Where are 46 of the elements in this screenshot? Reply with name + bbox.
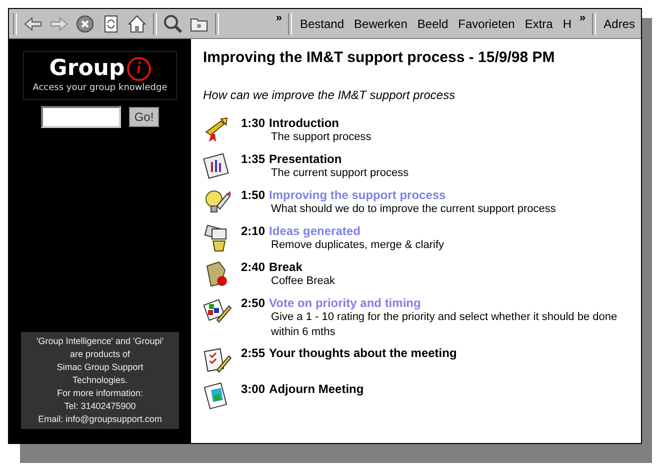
chevron-button[interactable]: » [580, 12, 586, 24]
menu-item[interactable]: Bestand [298, 16, 346, 30]
address-label: Adres [602, 16, 636, 30]
home-icon[interactable] [127, 14, 147, 34]
agenda-title: Your thoughts about the meeting [269, 346, 457, 360]
chevron-button[interactable]: » [276, 12, 282, 24]
agenda-description: Remove duplicates, merge & clarify [270, 238, 444, 253]
agenda-time: 2:10 [241, 224, 266, 238]
menu-item[interactable]: H [560, 16, 574, 30]
info-line: Technologies. [72, 374, 128, 387]
info-line: Simac Group Support [56, 361, 144, 374]
info-line: Email: info@groupsupport.com [38, 413, 162, 426]
stop-icon[interactable] [75, 14, 95, 34]
agenda-description: What should we do to improve the current support process [270, 202, 556, 217]
agenda-description: The current support process [270, 166, 409, 181]
info-line: are products of [70, 348, 130, 361]
agenda-time: 2:50 [241, 296, 266, 310]
logo-name: Group [49, 56, 125, 81]
info-line: Tel: 31402475900 [64, 400, 136, 413]
agenda-time: 2:55 [241, 346, 266, 360]
menu-item[interactable]: Favorieten [456, 16, 517, 30]
info-line: For more information: [56, 387, 144, 400]
agenda-title: Break [269, 260, 302, 274]
menu-item[interactable]: Extra [522, 16, 555, 30]
agenda-time: 1:30 [241, 116, 266, 130]
agenda-time: 1:35 [241, 152, 266, 166]
agenda-description: Give a 1 - 10 rating for the priority and select whether it should be done [270, 310, 618, 325]
agenda-time: 1:50 [241, 188, 266, 202]
page-subtitle: How can we improve the IM&T support process [203, 88, 456, 102]
info-line: 'Group Intelligence' and 'Groupi' [36, 335, 164, 348]
agenda-time: 2:40 [241, 260, 266, 274]
agenda-time: 3:00 [241, 382, 266, 396]
agenda-description: Coffee Break [270, 274, 336, 289]
logo-tagline: Access your group knowledge [32, 83, 168, 93]
agenda-title: Introduction [269, 116, 340, 130]
search-field[interactable] [41, 106, 122, 128]
page-title: Improving the IM&T support process - 15/9/98 PM [203, 49, 556, 66]
search-icon[interactable] [163, 14, 183, 34]
agenda-title: Adjourn Meeting [269, 382, 364, 396]
menu-item[interactable]: Bewerken [352, 16, 410, 30]
go-button[interactable]: Go! [129, 107, 159, 127]
agenda-description: The support process [270, 130, 372, 145]
menu-item[interactable]: Beeld [415, 16, 450, 30]
agenda-description: within 6 mths [271, 325, 336, 340]
logo-mark: i [126, 56, 151, 80]
agenda-title: Presentation [269, 152, 342, 166]
